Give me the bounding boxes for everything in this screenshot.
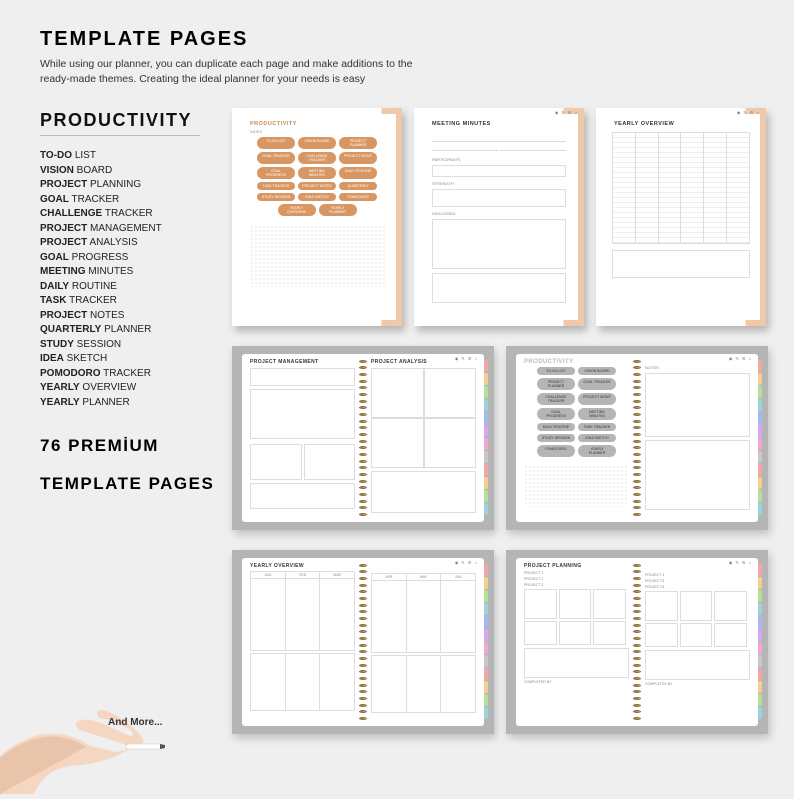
- icon-strip: ◉ ✎ ⚙ ⌂: [455, 560, 478, 565]
- card-title: PRODUCTIVITY: [242, 118, 392, 129]
- completed-by-label: COMPLETED BY: [645, 682, 750, 686]
- card-title: MEETING MINUTES: [424, 118, 574, 129]
- hand-illustration: [0, 674, 165, 794]
- pill-group: TO-DO LISTVISION BOARDPROJECT PLANNERGOA…: [524, 365, 629, 459]
- card-title: YEARLY OVERVIEW: [606, 118, 756, 129]
- preview-book-project: PROJECT MANAGEMENT ◉ ✎ ⚙ ⌂ PROJECT ANALY…: [232, 346, 494, 530]
- pill-group: TO-DO LISTVISION BOARDPROJECT PLANNERGOA…: [242, 134, 392, 219]
- and-more-label: And More...: [108, 717, 162, 728]
- page-title: TEMPLATE PAGES: [40, 28, 794, 51]
- preview-card-meeting: ◉ ✎ ⚙ ⌂ MEETING MINUTES PARTICIPANTS STR…: [414, 108, 584, 326]
- book-page-title: PROJECT PLANNING: [524, 563, 629, 569]
- book-page-title: PROJECT MANAGEMENT: [250, 359, 355, 365]
- icon-strip: ◉ ✎ ⚙ ⌂: [729, 356, 752, 361]
- preview-book-yearly: YEARLY OVERVIEW JANFEBMAR ◉ ✎ ⚙ ⌂ APRMAY…: [232, 550, 494, 734]
- preview-card-index: PRODUCTIVITY INDEX TO-DO LISTVISION BOAR…: [232, 108, 402, 326]
- book-page-title: YEARLY OVERVIEW: [250, 563, 355, 569]
- icon-strip: ◉ ✎ ⚙ ⌂: [455, 356, 478, 361]
- preview-book-planning: PROJECT PLANNING PROJECT 1PROJECT 2PROJE…: [506, 550, 768, 734]
- field-label: STRENGTH: [432, 181, 566, 186]
- preview-area: PRODUCTIVITY INDEX TO-DO LISTVISION BOAR…: [232, 108, 792, 754]
- preview-book-productivity: PRODUCTIVITY TO-DO LISTVISION BOARDPROJE…: [506, 346, 768, 530]
- icon-strip: ◉ ✎ ⚙ ⌂: [737, 110, 760, 115]
- section-title: PRODUCTIVITY: [40, 110, 200, 136]
- completed-by-label: COMPLETED BY: [524, 680, 629, 684]
- notes-label: NOTES: [645, 365, 750, 370]
- icon-strip: ◉ ✎ ⚙ ⌂: [555, 110, 578, 115]
- field-label: DISCUSSED: [432, 211, 566, 216]
- preview-card-yearly: ◉ ✎ ⚙ ⌂ YEARLY OVERVIEW: [596, 108, 766, 326]
- page-subtitle: While using our planner, you can duplica…: [40, 57, 420, 86]
- icon-strip: ◉ ✎ ⚙ ⌂: [729, 560, 752, 565]
- dot-grid: [250, 225, 385, 287]
- field-label: PARTICIPANTS: [432, 157, 566, 162]
